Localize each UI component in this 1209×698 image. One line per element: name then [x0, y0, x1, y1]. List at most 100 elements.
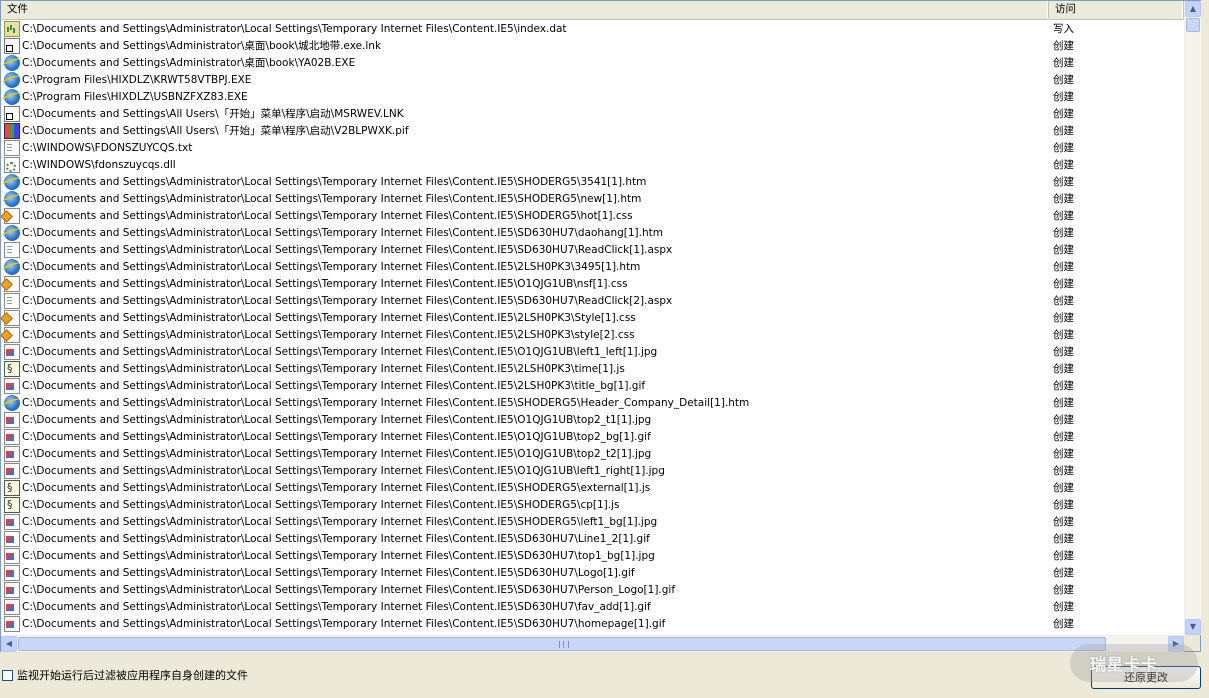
img-file-icon	[4, 565, 20, 581]
img-file-icon	[4, 429, 20, 445]
table-row[interactable]: C:\Documents and Settings\Administrator\…	[1, 360, 1184, 378]
scroll-right-button[interactable]: ▶	[1168, 636, 1184, 652]
table-row[interactable]: C:\WINDOWS\fdonszuycqs.dll 创建	[1, 157, 1184, 174]
table-row[interactable]: C:\Documents and Settings\Administrator\…	[1, 293, 1184, 310]
ie-file-icon	[4, 395, 20, 411]
access-type: 创建	[1053, 448, 1074, 460]
scroll-left-button[interactable]: ◀	[1, 636, 17, 652]
table-row[interactable]: C:\Documents and Settings\All Users\「开始」…	[1, 106, 1184, 123]
access-type: 创建	[1053, 278, 1074, 290]
file-rows: C:\Documents and Settings\Administrator\…	[1, 21, 1184, 633]
access-type: 创建	[1053, 499, 1074, 511]
table-row[interactable]: C:\Documents and Settings\Administrator\…	[1, 531, 1184, 548]
table-row[interactable]: C:\Documents and Settings\Administrator\…	[1, 378, 1184, 395]
table-row[interactable]: C:\Documents and Settings\Administrator\…	[1, 446, 1184, 463]
table-row[interactable]: C:\Documents and Settings\Administrator\…	[1, 191, 1184, 208]
img-file-icon	[4, 548, 20, 564]
file-path: C:\Documents and Settings\Administrator\…	[22, 397, 750, 409]
file-path: C:\Documents and Settings\Administrator\…	[22, 431, 651, 443]
restore-changes-button[interactable]: 还原更改	[1091, 666, 1201, 689]
file-path: C:\Documents and Settings\Administrator\…	[22, 465, 665, 477]
file-path: C:\Documents and Settings\Administrator\…	[22, 278, 628, 290]
file-path: C:\Documents and Settings\Administrator\…	[22, 380, 646, 392]
table-row[interactable]: C:\Program Files\HIXDLZ\KRWT58VTBPJ.EXE 创…	[1, 72, 1184, 89]
file-path: C:\Documents and Settings\Administrator\…	[22, 414, 652, 426]
table-row[interactable]: C:\Documents and Settings\Administrator\…	[1, 276, 1184, 293]
table-row[interactable]: C:\Documents and Settings\Administrator\…	[1, 242, 1184, 259]
filter-checkbox-label[interactable]: 监视开始运行后过滤被应用程序自身创建的文件	[17, 669, 248, 683]
img-file-icon	[4, 412, 20, 428]
table-row[interactable]: C:\Documents and Settings\Administrator\…	[1, 38, 1184, 55]
table-row[interactable]: C:\Documents and Settings\Administrator\…	[1, 395, 1184, 412]
table-row[interactable]: C:\Documents and Settings\Administrator\…	[1, 344, 1184, 361]
file-path: C:\Documents and Settings\Administrator\…	[22, 601, 651, 613]
file-path: C:\Documents and Settings\Administrator\…	[22, 618, 666, 630]
column-header-file[interactable]: 文件	[1, 1, 1049, 18]
table-row[interactable]: C:\Documents and Settings\Administrator\…	[1, 429, 1184, 446]
table-row[interactable]: C:\Documents and Settings\Administrator\…	[1, 225, 1184, 242]
img-file-icon	[4, 344, 20, 360]
table-row[interactable]: C:\Documents and Settings\Administrator\…	[1, 327, 1184, 344]
access-type: 写入	[1053, 23, 1074, 35]
pif-file-icon	[4, 123, 20, 139]
file-path: C:\Documents and Settings\Administrator\…	[22, 23, 567, 35]
access-type: 创建	[1053, 516, 1074, 528]
table-row[interactable]: C:\Documents and Settings\Administrator\…	[1, 565, 1184, 582]
table-row[interactable]: C:\Documents and Settings\Administrator\…	[1, 310, 1184, 327]
access-type: 创建	[1053, 584, 1074, 596]
access-type: 创建	[1053, 74, 1074, 86]
table-row[interactable]: C:\Documents and Settings\Administrator\…	[1, 463, 1184, 480]
filter-checkbox[interactable]	[2, 670, 13, 681]
table-row[interactable]: C:\Documents and Settings\Administrator\…	[1, 174, 1184, 191]
table-row[interactable]: C:\WINDOWS\FDONSZUYCQS.txt 创建	[1, 140, 1184, 157]
file-list-view[interactable]: 文件 访问 C:\Documents and Settings\Administ…	[0, 0, 1201, 652]
file-path: C:\Program Files\HIXDLZ\USBNZFXZ83.EXE	[22, 91, 248, 103]
file-path: C:\WINDOWS\fdonszuycqs.dll	[22, 159, 176, 171]
access-type: 创建	[1053, 414, 1074, 426]
file-path: C:\Documents and Settings\Administrator\…	[22, 346, 658, 358]
vertical-scroll-thumb[interactable]	[1186, 18, 1200, 32]
horizontal-scrollbar[interactable]: ◀ ▶	[1, 635, 1184, 652]
txt-file-icon	[4, 140, 20, 156]
scroll-down-button[interactable]: ▼	[1185, 619, 1201, 635]
table-row[interactable]: C:\Documents and Settings\Administrator\…	[1, 259, 1184, 276]
table-row[interactable]: C:\Documents and Settings\Administrator\…	[1, 412, 1184, 429]
file-path: C:\Documents and Settings\Administrator\…	[22, 227, 663, 239]
ie-file-icon	[4, 191, 20, 207]
img-file-icon	[4, 582, 20, 598]
horizontal-scroll-thumb[interactable]	[18, 637, 1106, 651]
table-row[interactable]: C:\Documents and Settings\Administrator\…	[1, 208, 1184, 225]
table-row[interactable]: C:\Documents and Settings\Administrator\…	[1, 548, 1184, 565]
js-file-icon	[4, 479, 20, 496]
table-row[interactable]: C:\Documents and Settings\Administrator\…	[1, 599, 1184, 616]
dll-file-icon	[4, 157, 20, 173]
file-path: C:\Documents and Settings\Administrator\…	[22, 550, 655, 562]
file-path: C:\Documents and Settings\All Users\「开始」…	[22, 125, 409, 137]
file-path: C:\Documents and Settings\Administrator\…	[22, 329, 635, 341]
access-type: 创建	[1053, 261, 1074, 273]
table-row[interactable]: C:\Documents and Settings\Administrator\…	[1, 616, 1184, 633]
access-type: 创建	[1053, 227, 1074, 239]
table-row[interactable]: C:\Program Files\HIXDLZ\USBNZFXZ83.EXE 创建	[1, 89, 1184, 106]
img-file-icon	[4, 378, 20, 394]
table-row[interactable]: C:\Documents and Settings\All Users\「开始」…	[1, 123, 1184, 140]
access-type: 创建	[1053, 108, 1074, 120]
table-row[interactable]: C:\Documents and Settings\Administrator\…	[1, 479, 1184, 497]
access-type: 创建	[1053, 465, 1074, 477]
access-type: 创建	[1053, 125, 1074, 137]
vertical-scrollbar[interactable]: ▲ ▼	[1184, 1, 1201, 635]
table-row[interactable]: C:\Documents and Settings\Administrator\…	[1, 582, 1184, 599]
grip-icon	[559, 641, 569, 648]
css-file-icon	[4, 310, 20, 326]
table-row[interactable]: C:\Documents and Settings\Administrator\…	[1, 55, 1184, 72]
ie-file-icon	[4, 89, 20, 105]
column-header-access[interactable]: 访问	[1049, 1, 1184, 18]
file-path: C:\Documents and Settings\Administrator\…	[22, 40, 382, 52]
table-row[interactable]: C:\Documents and Settings\Administrator\…	[1, 514, 1184, 531]
access-type: 创建	[1053, 380, 1074, 392]
file-path: C:\Documents and Settings\Administrator\…	[22, 516, 658, 528]
table-row[interactable]: C:\Documents and Settings\Administrator\…	[1, 21, 1184, 38]
file-path: C:\Documents and Settings\Administrator\…	[22, 57, 356, 69]
table-row[interactable]: C:\Documents and Settings\Administrator\…	[1, 496, 1184, 514]
scroll-up-button[interactable]: ▲	[1185, 1, 1201, 17]
